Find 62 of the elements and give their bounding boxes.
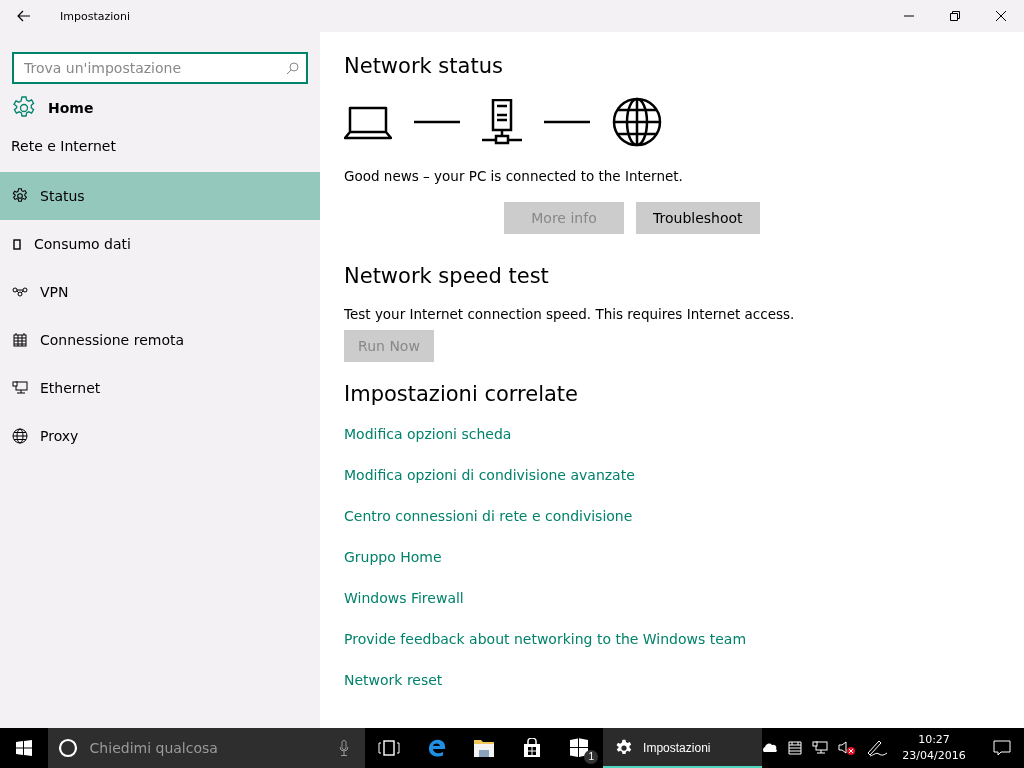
status-message: Good news – your PC is connected to the Internet.: [344, 168, 683, 184]
window-title: Impostazioni: [60, 9, 131, 23]
sidebar-item[interactable]: Proxy: [0, 412, 320, 460]
speech-bubble-icon: [993, 740, 1011, 756]
clock-time: 10:27: [918, 732, 950, 748]
section-label: Rete e Internet: [10, 137, 117, 156]
action-button[interactable]: Troubleshoot: [636, 202, 760, 234]
cloud-icon: [762, 742, 778, 754]
gear-icon: [615, 739, 634, 757]
router-icon: [482, 99, 522, 145]
restore-icon: [950, 11, 960, 21]
sidebar-item[interactable]: Status: [0, 172, 320, 220]
network-monitor-icon: [812, 740, 828, 756]
chain-icon: [12, 284, 28, 300]
phone-icon: [12, 236, 22, 252]
task-view-icon: [377, 740, 400, 756]
description-text: Test your Internet connection speed. This requires Internet access.: [344, 306, 795, 322]
sidebar-item[interactable]: Ethernet: [0, 364, 320, 412]
section-heading: Network speed test: [344, 264, 549, 290]
grid-icon: [12, 332, 28, 348]
browser-e-icon: [426, 738, 447, 758]
clock[interactable]: 10:27 23/04/2016: [898, 732, 970, 764]
search-field[interactable]: Chiedimi qualcosa: [87, 739, 330, 757]
section-heading: Network status: [344, 54, 503, 80]
connection-line-icon: [414, 119, 460, 125]
circle-icon: [57, 738, 78, 758]
taskbar-app[interactable]: Impostazioni: [603, 728, 762, 768]
search-box[interactable]: Chiedimi qualcosa: [47, 728, 366, 768]
connection-line-icon: [544, 119, 590, 125]
settings-link[interactable]: Centro connessioni di rete e condivisione: [344, 505, 633, 546]
keyboard-icon: [788, 741, 802, 755]
sidebar-item[interactable]: Consumo dati: [0, 220, 320, 268]
folder-icon: [473, 738, 496, 758]
settings-link[interactable]: Network reset: [344, 669, 443, 710]
settings-link[interactable]: Windows Firewall: [344, 587, 464, 628]
notification-count: 1: [584, 750, 599, 764]
taskbar-app[interactable]: 1: [555, 728, 604, 768]
gear-icon: [12, 96, 36, 120]
search-icon: [286, 62, 299, 75]
close-icon: [996, 11, 1006, 21]
settings-link[interactable]: Modifica opzioni scheda: [344, 423, 512, 464]
pen-icon: [866, 739, 888, 757]
settings-link[interactable]: Modifica opzioni di condivisione avanzate: [344, 464, 635, 505]
windows-tiles-icon: [569, 738, 590, 758]
section-heading: Impostazioni correlate: [344, 382, 578, 408]
home-link[interactable]: Home: [12, 92, 308, 124]
search-field[interactable]: Trova un'impostazione: [12, 52, 308, 84]
shopping-bag-icon: [521, 738, 542, 758]
microphone-icon: [339, 740, 350, 756]
globe-icon: [612, 97, 662, 147]
laptop-icon: [344, 104, 392, 140]
globe-icon: [12, 428, 28, 444]
speaker-muted-icon: [838, 740, 856, 756]
windows-logo-icon: [15, 740, 32, 756]
sidebar-item[interactable]: Connessione remota: [0, 316, 320, 364]
settings-link[interactable]: Gruppo Home: [344, 546, 442, 587]
back-arrow-icon: [17, 10, 31, 22]
sidebar-item[interactable]: VPN: [0, 268, 320, 316]
clock-date: 23/04/2016: [902, 748, 966, 764]
settings-link[interactable]: Provide feedback about networking to the Windows team: [344, 628, 747, 669]
gear-icon: [12, 188, 28, 204]
monitor-icon: [12, 380, 28, 396]
